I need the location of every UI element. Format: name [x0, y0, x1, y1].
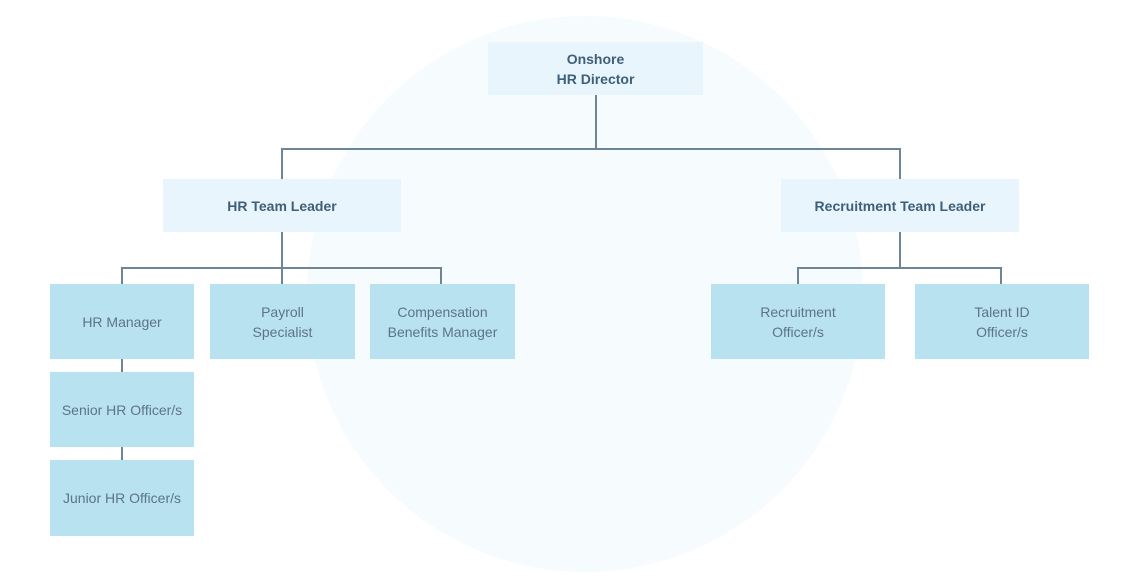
node-senior-hr-officers: Senior HR Officer/s: [50, 372, 194, 447]
node-payroll-specialist: Payroll Specialist: [210, 284, 355, 359]
node-compensation-benefits-manager: Compensation Benefits Manager: [370, 284, 515, 359]
connector-recruit-tl-down: [899, 232, 901, 268]
node-recruitment-officers: Recruitment Officer/s: [711, 284, 885, 359]
connector-recruit-roles-bar: [797, 267, 1002, 269]
connector-to-compensation: [440, 267, 442, 284]
connector-director-down: [595, 95, 597, 149]
connector-to-hr-manager: [121, 267, 123, 284]
connector-level2-bar: [281, 148, 901, 150]
node-recruitment-team-leader: Recruitment Team Leader: [781, 179, 1019, 232]
node-hr-manager: HR Manager: [50, 284, 194, 359]
connector-to-talent-id: [1000, 267, 1002, 284]
node-onshore-hr-director: Onshore HR Director: [488, 42, 703, 95]
node-junior-hr-officers: Junior HR Officer/s: [50, 460, 194, 536]
connector-hr-tl-down: [281, 232, 283, 268]
node-hr-team-leader: HR Team Leader: [163, 179, 401, 232]
connector-hr-manager-to-senior: [121, 359, 123, 372]
connector-to-recruitment-team-leader: [899, 148, 901, 179]
node-talent-id-officers: Talent ID Officer/s: [915, 284, 1089, 359]
connector-to-hr-team-leader: [281, 148, 283, 179]
connector-to-recruitment-officer: [797, 267, 799, 284]
connector-to-payroll: [281, 267, 283, 284]
connector-senior-to-junior: [121, 447, 123, 460]
